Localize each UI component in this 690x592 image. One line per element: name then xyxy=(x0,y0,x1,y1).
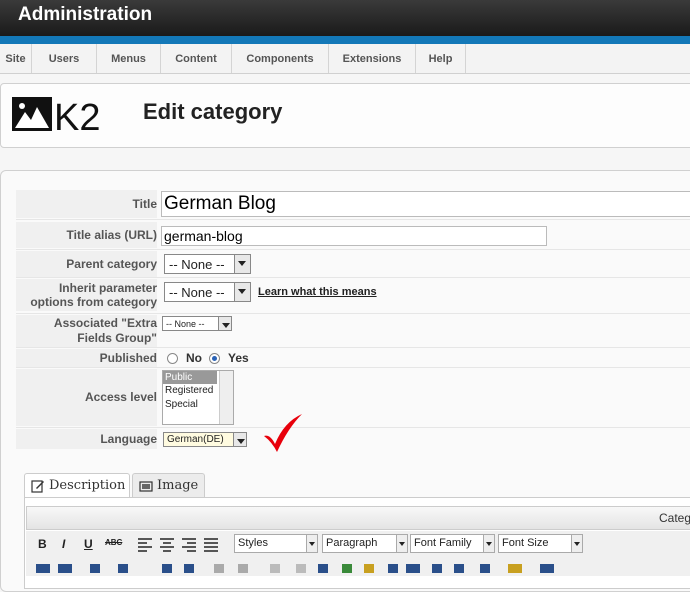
editor-header-text: Categ xyxy=(659,511,690,525)
published-yes-label: Yes xyxy=(228,351,249,365)
alias-input[interactable] xyxy=(161,226,547,246)
extra-fields-group-value: -- None -- xyxy=(166,319,205,329)
chevron-down-icon xyxy=(234,283,250,301)
k2-logo-text: K2 xyxy=(54,97,100,133)
access-list-scrollbar[interactable] xyxy=(219,371,233,424)
bold-button[interactable]: B xyxy=(38,537,47,551)
published-no-label: No xyxy=(186,351,202,365)
editor-toolbar-row2-icons xyxy=(36,564,554,573)
row-divider xyxy=(16,347,690,348)
language-label: Language xyxy=(16,429,157,449)
menu-users[interactable]: Users xyxy=(32,44,97,73)
underline-button[interactable]: U xyxy=(84,537,93,551)
extra-fields-group-select[interactable]: -- None -- xyxy=(162,316,232,331)
edit-icon xyxy=(31,480,44,493)
chevron-down-icon xyxy=(234,255,250,273)
image-icon xyxy=(139,481,153,492)
row-divider xyxy=(16,367,690,368)
row-divider xyxy=(16,313,690,314)
extra-fields-group-label: Associated "Extra Fields Group" xyxy=(16,315,157,347)
tab-description[interactable]: Description xyxy=(24,473,130,498)
access-level-list[interactable]: Public Registered Special xyxy=(162,370,234,425)
language-value: German(DE) xyxy=(167,434,224,445)
parent-category-label: Parent category xyxy=(16,251,157,277)
row-divider xyxy=(16,427,690,428)
inherit-parameters-select[interactable]: -- None -- xyxy=(164,282,251,302)
learn-more-link[interactable]: Learn what this means xyxy=(258,286,377,298)
alias-label: Title alias (URL) xyxy=(16,222,157,248)
row-divider xyxy=(16,249,690,250)
main-menu: Site Users Menus Content Components Exte… xyxy=(0,44,690,74)
chevron-down-icon xyxy=(483,535,494,552)
chevron-down-icon xyxy=(233,433,246,446)
menu-menus[interactable]: Menus xyxy=(97,44,161,73)
published-no-radio[interactable] xyxy=(167,353,178,364)
k2-logo: K2 xyxy=(12,97,108,139)
title-label: Title xyxy=(16,190,157,218)
admin-header: Administration xyxy=(0,0,690,36)
menu-site[interactable]: Site xyxy=(0,44,32,73)
align-icons xyxy=(138,538,218,552)
paragraph-dropdown-label: Paragraph xyxy=(326,537,378,549)
menu-help[interactable]: Help xyxy=(416,44,466,73)
published-label: Published xyxy=(16,349,157,367)
chevron-down-icon xyxy=(306,535,317,552)
strikethrough-button[interactable]: ABC xyxy=(105,538,122,547)
chevron-down-icon xyxy=(218,317,231,330)
menu-extensions[interactable]: Extensions xyxy=(329,44,416,73)
italic-button[interactable]: I xyxy=(62,537,65,551)
font-size-dropdown[interactable]: Font Size xyxy=(498,534,583,553)
font-family-dropdown[interactable]: Font Family xyxy=(410,534,495,553)
styles-dropdown-label: Styles xyxy=(238,537,268,549)
header-accent-line xyxy=(0,36,690,44)
inherit-parameters-label: Inherit parameter options from category xyxy=(16,279,157,311)
menu-content[interactable]: Content xyxy=(161,44,232,73)
styles-dropdown[interactable]: Styles xyxy=(234,534,318,553)
tab-image-label: Image xyxy=(157,478,199,493)
row-divider xyxy=(16,219,690,220)
parent-category-value: -- None -- xyxy=(169,257,225,272)
admin-title: Administration xyxy=(18,4,153,25)
published-yes-radio[interactable] xyxy=(209,353,220,364)
inherit-parameters-value: -- None -- xyxy=(169,285,225,300)
access-option-public[interactable]: Public xyxy=(163,371,217,384)
menu-components[interactable]: Components xyxy=(232,44,329,73)
language-select[interactable]: German(DE) xyxy=(163,432,247,447)
font-size-dropdown-label: Font Size xyxy=(502,537,549,549)
paragraph-dropdown[interactable]: Paragraph xyxy=(322,534,408,553)
title-input[interactable] xyxy=(161,191,690,217)
page-title: Edit category xyxy=(143,99,283,124)
editor-header: Categ xyxy=(26,506,690,530)
font-family-dropdown-label: Font Family xyxy=(414,537,472,549)
access-level-label: Access level xyxy=(16,369,157,426)
checkmark-icon xyxy=(264,414,302,452)
chevron-down-icon xyxy=(396,535,407,552)
chevron-down-icon xyxy=(571,535,582,552)
tab-image[interactable]: Image xyxy=(132,473,205,498)
row-divider xyxy=(16,277,690,278)
parent-category-select[interactable]: -- None -- xyxy=(164,254,251,274)
tab-description-label: Description xyxy=(49,478,126,493)
